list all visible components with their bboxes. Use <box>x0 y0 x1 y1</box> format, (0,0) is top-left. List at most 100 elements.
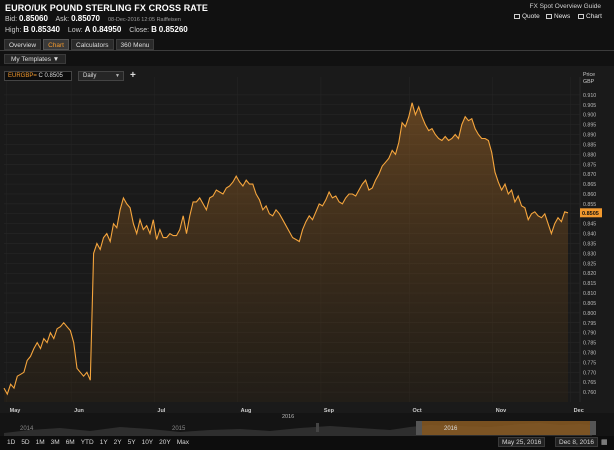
navigator-year-2014: 2014 <box>20 426 34 432</box>
range-3m[interactable]: 3M <box>48 438 63 448</box>
quote-link[interactable]: Quote <box>514 13 540 20</box>
low-source: A <box>84 25 91 34</box>
ask-label: Ask: <box>55 16 70 23</box>
y-tick-label: 0.770 <box>583 370 596 376</box>
y-tick-label: 0.830 <box>583 251 596 257</box>
close-label: Close: <box>129 27 150 34</box>
price-chart[interactable]: 0.760 0.765 0.770 0.775 0.780 0.785 0.790 0.795… <box>0 66 614 414</box>
y-tick-label: 0.885 <box>583 142 596 148</box>
period-label: Daily <box>83 73 97 79</box>
close-source: B <box>151 25 157 34</box>
period-dropdown[interactable]: Daily ▼ <box>78 71 124 81</box>
y-tick-label: 0.810 <box>583 291 596 297</box>
templates-dropdown[interactable]: My Templates ▼ <box>4 54 67 64</box>
chevron-down-icon: ▼ <box>115 73 120 79</box>
close-value: 0.85260 <box>158 25 188 34</box>
start-date-field[interactable]: May 25, 2016 <box>498 437 546 447</box>
price-area <box>4 102 568 403</box>
high-low-row: High: B 0.85340 Low: A 0.84950 Close: B … <box>5 25 188 34</box>
quote-timestamp: 08-Dec-2016 12:05 Raiffeisen <box>107 17 181 23</box>
time-navigator[interactable]: 2014 2015 2016 2016 <box>0 413 614 436</box>
y-tick-label: 0.825 <box>583 261 596 267</box>
y-tick-label: 0.870 <box>583 172 596 178</box>
y-tick-label: 0.795 <box>583 321 596 327</box>
navigator-year-2016: 2016 <box>444 426 458 432</box>
y-tick-label: 0.880 <box>583 152 596 158</box>
range-max[interactable]: Max <box>174 438 192 448</box>
page-title: EURO/UK POUND STERLING FX CROSS RATE <box>5 3 208 13</box>
tab-calculators[interactable]: Calculators <box>71 39 114 50</box>
low-label: Low: <box>67 27 83 34</box>
chart-link-label: Chart <box>586 13 602 20</box>
y-tick-label: 0.790 <box>583 331 596 337</box>
y-tick-label: 0.820 <box>583 271 596 277</box>
high-source: B <box>23 25 30 34</box>
y-axis-unit: GBP <box>583 79 595 85</box>
bid-ask-row: Bid: 0.85060 Ask: 0.85070 08-Dec-2016 12… <box>5 14 181 23</box>
y-tick-label: 0.785 <box>583 341 596 347</box>
range-20y[interactable]: 20Y <box>156 438 174 448</box>
low-value: 0.84950 <box>92 25 122 34</box>
navigator-year-2016-top: 2016 <box>282 414 294 420</box>
overview-guide-link[interactable]: FX Spot Overview Guide <box>529 3 601 10</box>
range-1y[interactable]: 1Y <box>97 438 111 448</box>
range-1d[interactable]: 1D <box>4 438 18 448</box>
tab-overview[interactable]: Overview <box>4 39 42 50</box>
y-tick-label: 0.800 <box>583 311 596 317</box>
quote-link-label: Quote <box>522 13 540 20</box>
chart-link[interactable]: Chart <box>578 13 602 20</box>
y-tick-label: 0.780 <box>583 350 596 356</box>
bid-label: Bid: <box>5 16 18 23</box>
range-6m[interactable]: 6M <box>63 438 78 448</box>
y-tick-label: 0.805 <box>583 301 596 307</box>
tab-chart[interactable]: Chart <box>43 39 69 50</box>
range-10y[interactable]: 10Y <box>139 438 157 448</box>
bid-value: 0.85060 <box>19 14 48 23</box>
range-1m[interactable]: 1M <box>33 438 48 448</box>
ask-value: 0.85070 <box>71 14 100 23</box>
y-tick-label: 0.765 <box>583 380 596 386</box>
y-tick-label: 0.855 <box>583 202 596 208</box>
range-5y[interactable]: 5Y <box>125 438 139 448</box>
y-axis-label: Price <box>583 72 595 78</box>
add-study-button[interactable]: + <box>130 70 136 81</box>
current-price-label: 0.8505 <box>582 211 599 217</box>
y-tick-label: 0.875 <box>583 162 596 168</box>
end-date-field[interactable]: Dec 8, 2016 <box>555 437 599 447</box>
high-value: 0.85340 <box>31 25 60 34</box>
high-label: High: <box>5 27 22 34</box>
range-2y[interactable]: 2Y <box>111 438 125 448</box>
y-tick-label: 0.890 <box>583 133 596 139</box>
navigator-grip[interactable] <box>316 423 319 432</box>
y-tick-label: 0.865 <box>583 182 596 188</box>
y-tick-label: 0.860 <box>583 192 596 198</box>
news-icon <box>546 14 552 19</box>
y-tick-label: 0.840 <box>583 232 596 238</box>
chart-icon <box>578 14 584 19</box>
navigator-year-2015: 2015 <box>172 426 186 432</box>
symbol-ric: EURGBP= <box>8 73 37 79</box>
news-link[interactable]: News <box>546 13 570 20</box>
symbol-value: C 0.8505 <box>38 73 63 79</box>
y-tick-label: 0.900 <box>583 113 596 119</box>
range-5d[interactable]: 5D <box>18 438 32 448</box>
y-tick-label: 0.910 <box>583 93 596 99</box>
tab-360-menu[interactable]: 360 Menu <box>115 39 155 50</box>
news-link-label: News <box>554 13 571 20</box>
navigator-left-handle[interactable] <box>416 421 422 435</box>
y-tick-label: 0.905 <box>583 103 596 109</box>
tab-bar: Overview Chart Calculators 360 Menu <box>4 39 155 50</box>
quote-icon <box>514 14 520 19</box>
y-tick-label: 0.815 <box>583 281 596 287</box>
y-tick-label: 0.835 <box>583 242 596 248</box>
range-ytd[interactable]: YTD <box>78 438 97 448</box>
range-selector: 1D 5D 1M 3M 6M YTD 1Y 2Y 5Y 10Y 20Y Max <box>4 438 192 448</box>
y-tick-label: 0.845 <box>583 222 596 228</box>
y-tick-label: 0.760 <box>583 390 596 396</box>
calendar-icon[interactable]: ▦ <box>601 438 608 446</box>
y-tick-label: 0.775 <box>583 360 596 366</box>
symbol-box[interactable]: EURGBP= C 0.8505 <box>4 71 72 81</box>
y-tick-label: 0.895 <box>583 123 596 129</box>
navigator-right-handle[interactable] <box>590 421 596 435</box>
tab-divider <box>0 50 614 51</box>
